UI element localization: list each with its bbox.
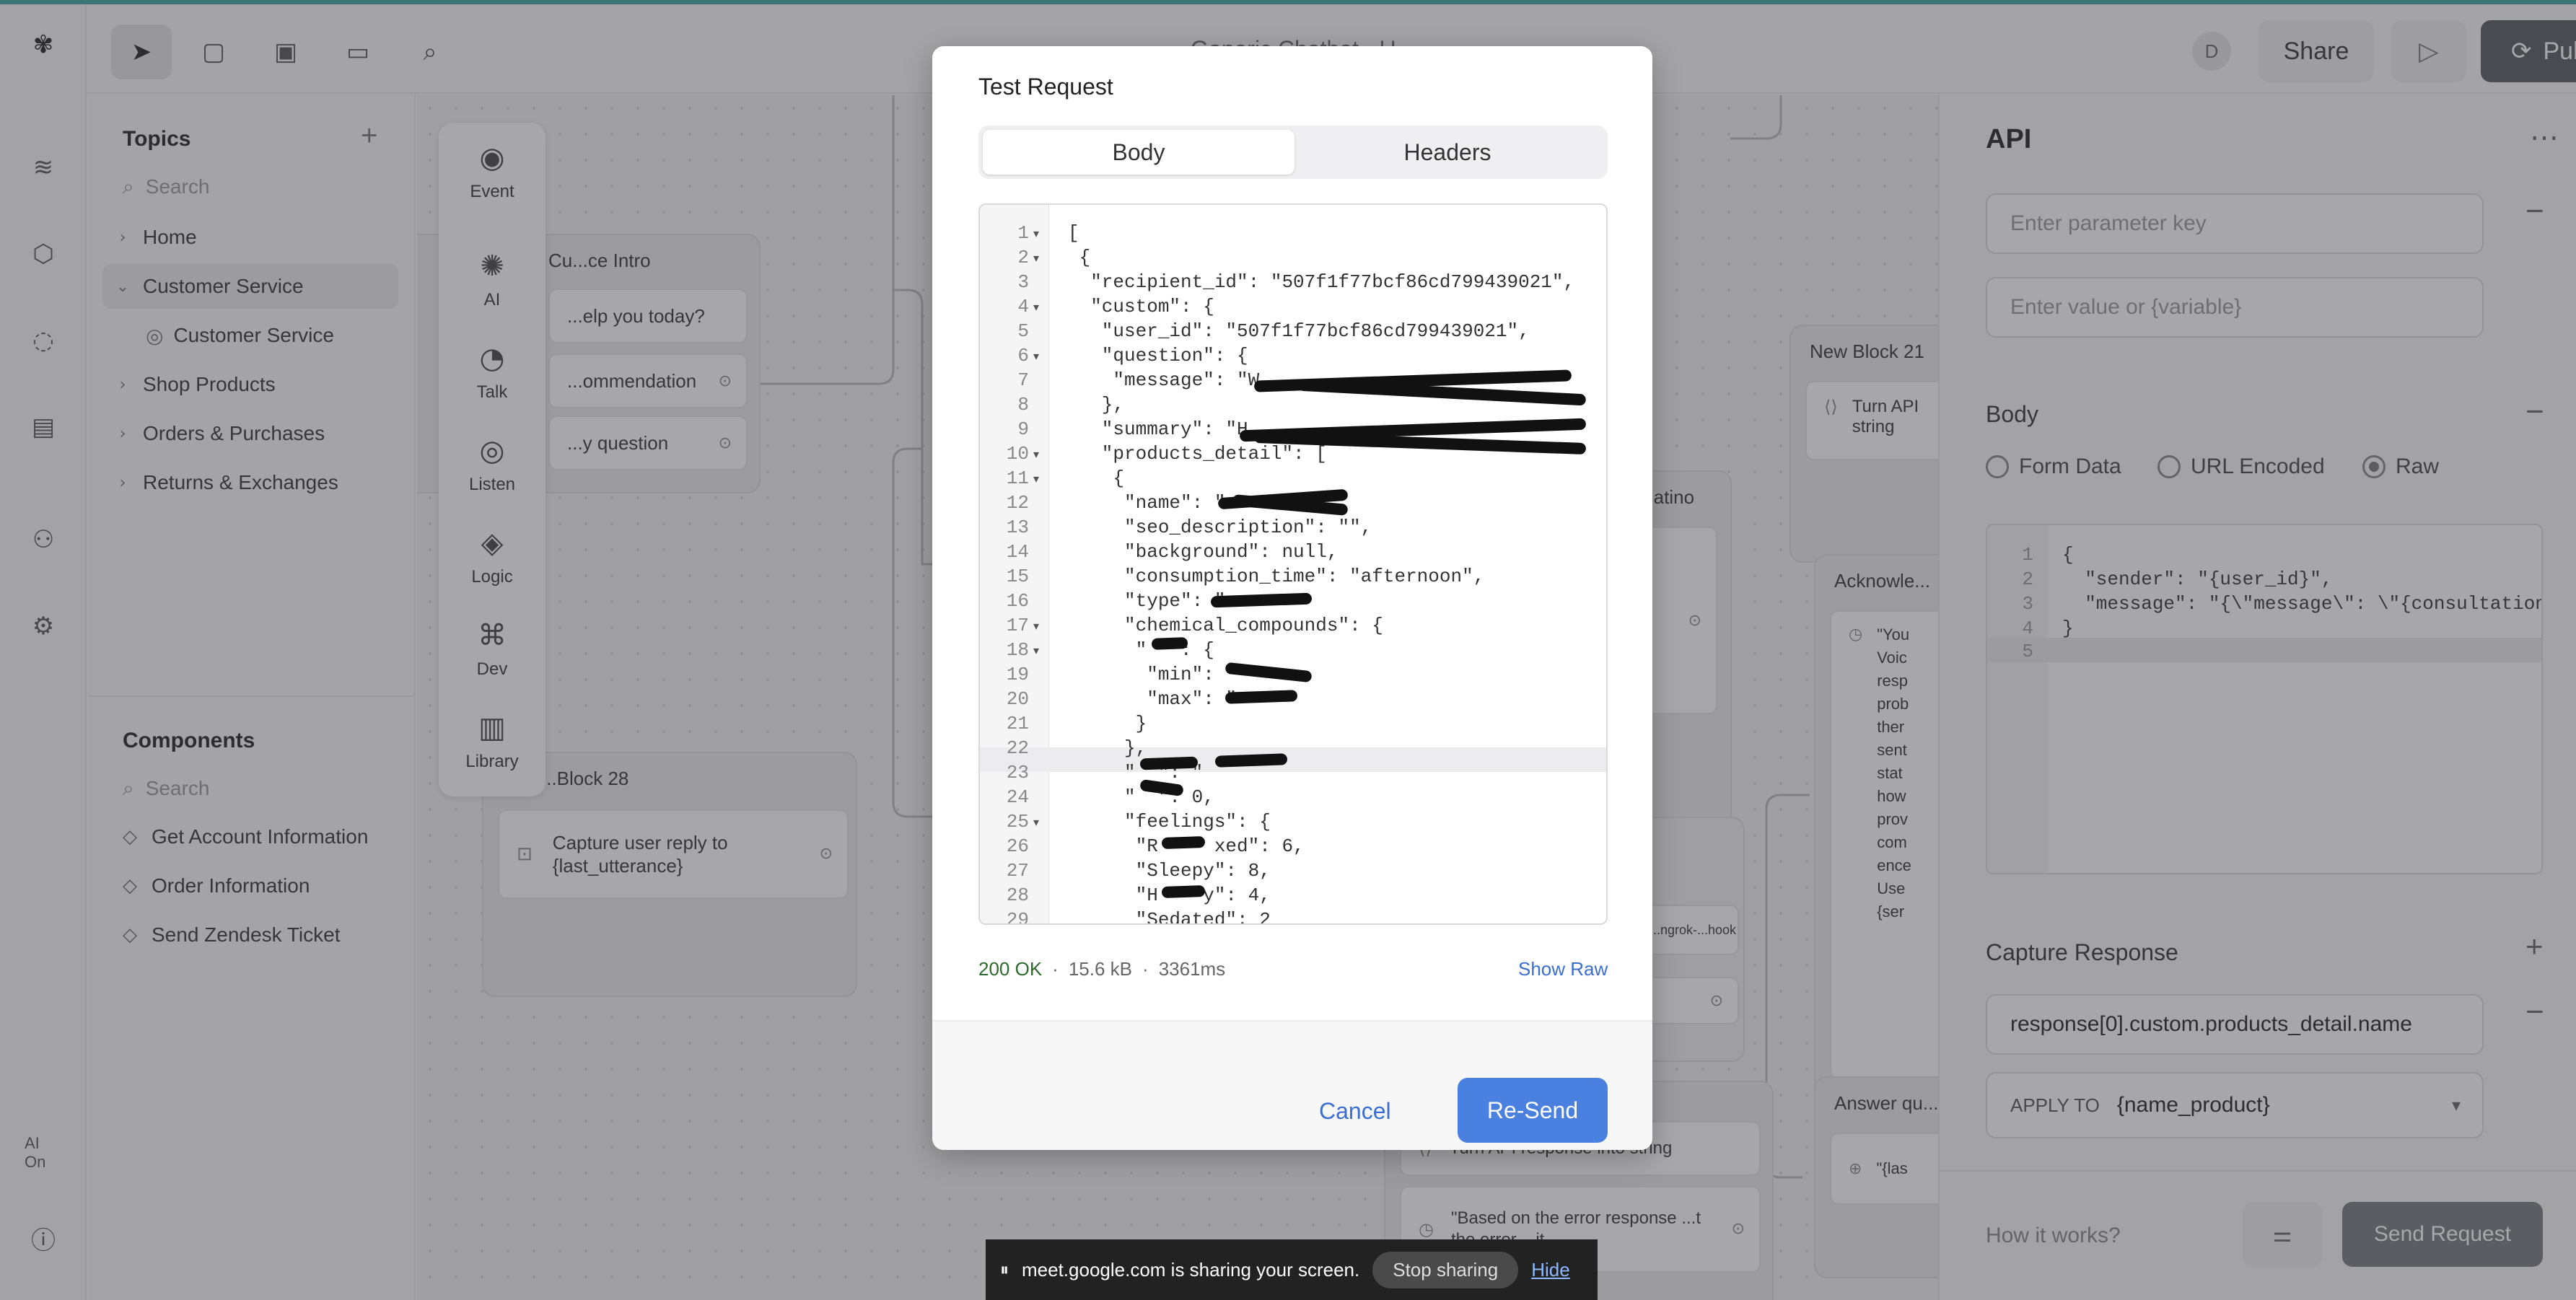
line-number: 1 (1017, 222, 1029, 244)
tab-switch: Body Headers (978, 126, 1608, 179)
redaction-mark (1210, 592, 1313, 608)
code-line: "user_id": "507f1f77bcf86cd799439021", (1068, 320, 1530, 342)
code-line: "seo_description": "", (1068, 517, 1372, 538)
status-code: 200 OK (978, 958, 1043, 980)
line-number: 10 (1006, 443, 1029, 465)
code-line: "max": " (1068, 688, 1237, 710)
code-line: }, (1068, 394, 1125, 416)
code-line: "custom": { (1068, 296, 1214, 317)
line-number: 2 (1017, 247, 1029, 268)
redaction-mark (1161, 835, 1206, 850)
pause-icon: ⏸ (1000, 1260, 1009, 1280)
response-size: 15.6 kB (1068, 958, 1133, 980)
code-line: " ": { (1068, 639, 1214, 661)
fold-toggle-icon[interactable]: ▾ (1033, 472, 1039, 486)
line-number: 15 (1006, 566, 1029, 587)
code-line: "summary": "H (1068, 418, 1248, 440)
fold-toggle-icon[interactable]: ▾ (1033, 300, 1039, 314)
line-number: 26 (1006, 835, 1029, 857)
fold-toggle-icon[interactable]: ▾ (1033, 644, 1039, 657)
line-number: 4 (1017, 296, 1029, 317)
code-line: "products_detail": [ (1068, 443, 1327, 465)
redaction-mark (1139, 756, 1199, 770)
tab-body[interactable]: Body (983, 130, 1294, 175)
line-number: 14 (1006, 541, 1029, 563)
cancel-button[interactable]: Cancel (1319, 1098, 1391, 1125)
line-number: 16 (1006, 590, 1029, 612)
line-number: 12 (1006, 492, 1029, 514)
separator: · (1052, 958, 1059, 980)
line-number: 27 (1006, 860, 1029, 882)
code-line: { (1068, 247, 1091, 268)
code-line: "background": null, (1068, 541, 1339, 563)
fold-toggle-icon[interactable]: ▾ (1033, 349, 1039, 363)
line-number: 19 (1006, 664, 1029, 685)
line-number: 11 (1006, 467, 1029, 489)
code-line: "name": " (1068, 492, 1226, 514)
resend-button[interactable]: Re-Send (1458, 1078, 1608, 1143)
fold-toggle-icon[interactable]: ▾ (1033, 251, 1039, 265)
redaction-mark (1225, 690, 1298, 704)
fold-toggle-icon[interactable]: ▾ (1033, 619, 1039, 633)
line-number: 3 (1017, 271, 1029, 293)
code-line: "recipient_id": "507f1f77bcf86cd79943902… (1068, 271, 1575, 293)
line-number: 28 (1006, 884, 1029, 906)
line-number: 17 (1006, 615, 1029, 636)
line-number: 6 (1017, 345, 1029, 366)
line-number: 7 (1017, 369, 1029, 391)
code-line: "chemical_compounds": { (1068, 615, 1383, 636)
test-request-modal: Test Request Body Headers 1 ▾ [2 ▾ {3 "reci… (932, 46, 1652, 1150)
code-line: [ (1068, 222, 1079, 244)
redaction-mark (1151, 637, 1188, 650)
code-line: "Sedated": 2 (1068, 909, 1271, 925)
fold-toggle-icon[interactable]: ▾ (1033, 815, 1039, 829)
code-line: "min": " (1068, 664, 1237, 685)
line-number: 18 (1006, 639, 1029, 661)
share-message: meet.google.com is sharing your screen. (1022, 1258, 1360, 1281)
line-number: 23 (1006, 762, 1029, 783)
separator: · (1142, 958, 1149, 980)
modal-footer: Cancel Re-Send (932, 1020, 1652, 1150)
code-line: "Sleepy": 8, (1068, 860, 1271, 882)
fold-toggle-icon[interactable]: ▾ (1033, 227, 1039, 240)
screen-share-bar: ⏸ meet.google.com is sharing your screen… (986, 1239, 1598, 1300)
line-number: 22 (1006, 737, 1029, 759)
code-line: { (1068, 467, 1125, 489)
tab-headers[interactable]: Headers (1292, 130, 1603, 175)
line-number: 8 (1017, 394, 1029, 416)
hide-share-bar-link[interactable]: Hide (1531, 1259, 1569, 1281)
line-number: 5 (1017, 320, 1029, 342)
line-number: 25 (1006, 811, 1029, 833)
fold-toggle-icon[interactable]: ▾ (1033, 447, 1039, 461)
line-number: 13 (1006, 517, 1029, 538)
redaction-mark (1225, 662, 1313, 683)
redaction-mark (1161, 884, 1206, 899)
response-status: 200 OK · 15.6 kB · 3361ms (978, 958, 1225, 980)
line-number: 9 (1017, 418, 1029, 440)
show-raw-link[interactable]: Show Raw (1518, 958, 1608, 980)
code-line: "feelings": { (1068, 811, 1271, 833)
line-number: 24 (1006, 786, 1029, 808)
line-number: 20 (1006, 688, 1029, 710)
code-line: "message": "W (1068, 369, 1260, 391)
code-line: }, (1068, 737, 1147, 759)
line-number: 29 (1006, 909, 1029, 925)
stop-sharing-button[interactable]: Stop sharing (1372, 1251, 1519, 1288)
response-viewer[interactable]: 1 ▾ [2 ▾ {3 "recipient_id": "507f1f77bcf86c… (978, 203, 1608, 925)
response-time: 3361ms (1158, 958, 1226, 980)
code-line: "type": " (1068, 590, 1226, 612)
line-number: 21 (1006, 713, 1029, 734)
code-line: "question": { (1068, 345, 1248, 366)
code-line: "consumption_time": "afternoon", (1068, 566, 1485, 587)
code-line: } (1068, 713, 1147, 734)
modal-title: Test Request (978, 74, 1113, 100)
